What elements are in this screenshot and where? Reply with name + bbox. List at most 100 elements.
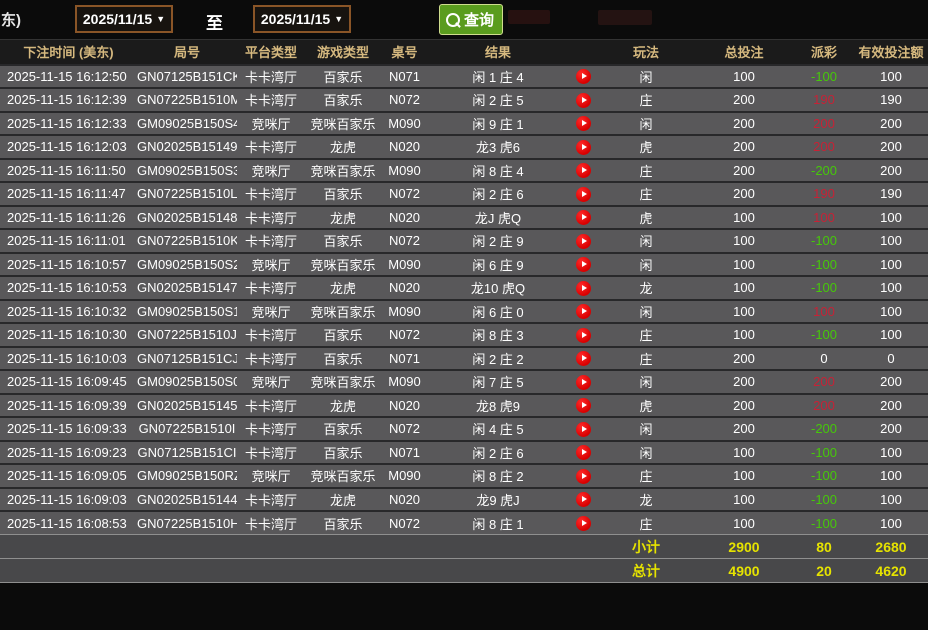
valid-bet: 200: [854, 159, 928, 183]
table-row: 2025-11-15 16:11:26GN02025B15148卡卡湾厅龙虎N0…: [0, 206, 928, 230]
total-bet: 200: [694, 370, 794, 394]
total-bet: 200: [694, 394, 794, 418]
play-video-icon[interactable]: [576, 351, 591, 366]
play-video-icon[interactable]: [576, 187, 591, 202]
date-from-select[interactable]: 2025/11/15 ▼: [75, 5, 173, 33]
bet-time: 2025-11-15 16:09:23: [0, 441, 137, 465]
bet-time: 2025-11-15 16:12:39: [0, 88, 137, 112]
bet-time: 2025-11-15 16:10:57: [0, 253, 137, 277]
game-type: 百家乐: [305, 511, 381, 535]
play-video-icon[interactable]: [576, 281, 591, 296]
table-row: 2025-11-15 16:09:03GN02025B15144卡卡湾厅龙虎N0…: [0, 488, 928, 512]
play-type: 庄: [598, 464, 694, 488]
table-number: N020: [381, 394, 428, 418]
play-video-icon[interactable]: [576, 422, 591, 437]
table-row: 2025-11-15 16:10:32GM09025B150S1竞咪厅竞咪百家乐…: [0, 300, 928, 324]
query-button[interactable]: 查询: [439, 4, 503, 35]
play-video-icon[interactable]: [576, 398, 591, 413]
play-video-icon[interactable]: [576, 69, 591, 84]
platform-type: 卡卡湾厅: [237, 182, 305, 206]
table-number: N072: [381, 511, 428, 535]
total-bet: 200: [694, 88, 794, 112]
game-type: 竞咪百家乐: [305, 464, 381, 488]
table-number: N072: [381, 417, 428, 441]
replay-cell: [568, 511, 598, 535]
replay-cell: [568, 182, 598, 206]
bet-time: 2025-11-15 16:09:05: [0, 464, 137, 488]
play-video-icon[interactable]: [576, 234, 591, 249]
date-to-value: 2025/11/15: [261, 11, 330, 27]
replay-cell: [568, 488, 598, 512]
valid-bet: 100: [854, 300, 928, 324]
play-video-icon[interactable]: [576, 492, 591, 507]
platform-type: 卡卡湾厅: [237, 417, 305, 441]
play-type: 闲: [598, 300, 694, 324]
payout: 190: [794, 182, 854, 206]
play-video-icon[interactable]: [576, 116, 591, 131]
col-header-payout: 派彩: [794, 40, 854, 65]
game-type: 百家乐: [305, 323, 381, 347]
replay-cell: [568, 229, 598, 253]
payout: -100: [794, 464, 854, 488]
replay-cell: [568, 417, 598, 441]
round-id: GN07225B1510K: [137, 229, 237, 253]
valid-bet: 100: [854, 206, 928, 230]
table-number: N072: [381, 182, 428, 206]
total-valid-bet: 4620: [854, 559, 928, 583]
bet-time: 2025-11-15 16:09:45: [0, 370, 137, 394]
round-id: GM09025B150S4: [137, 112, 237, 136]
platform-type: 卡卡湾厅: [237, 394, 305, 418]
search-icon: [446, 13, 460, 27]
play-video-icon[interactable]: [576, 375, 591, 390]
play-video-icon[interactable]: [576, 257, 591, 272]
table-number: N072: [381, 88, 428, 112]
result-cell: 闲 2 庄 6: [428, 441, 568, 465]
result-cell: 闲 8 庄 3: [428, 323, 568, 347]
total-payout: 20: [794, 559, 854, 583]
game-type: 龙虎: [305, 206, 381, 230]
valid-bet: 100: [854, 488, 928, 512]
round-id: GM09025B150S2: [137, 253, 237, 277]
dropdown-caret-icon: ▼: [334, 14, 343, 24]
payout: -100: [794, 229, 854, 253]
total-bet: 100: [694, 229, 794, 253]
play-video-icon[interactable]: [576, 210, 591, 225]
table-row: 2025-11-15 16:09:45GM09025B150S0竞咪厅竞咪百家乐…: [0, 370, 928, 394]
round-id: GN07225B1510H: [137, 511, 237, 535]
result-cell: 闲 6 庄 9: [428, 253, 568, 277]
play-type: 虎: [598, 135, 694, 159]
result-cell: 龙8 虎9: [428, 394, 568, 418]
play-video-icon[interactable]: [576, 304, 591, 319]
platform-type: 卡卡湾厅: [237, 229, 305, 253]
platform-type: 卡卡湾厅: [237, 135, 305, 159]
game-type: 龙虎: [305, 488, 381, 512]
table-number: M090: [381, 253, 428, 277]
table-number: M090: [381, 159, 428, 183]
result-cell: 龙10 虎Q: [428, 276, 568, 300]
play-type: 庄: [598, 88, 694, 112]
total-bet: 100: [694, 276, 794, 300]
play-type: 闲: [598, 65, 694, 89]
round-id: GN07125B151CI: [137, 441, 237, 465]
bet-time: 2025-11-15 16:09:39: [0, 394, 137, 418]
date-to-select[interactable]: 2025/11/15 ▼: [253, 5, 351, 33]
play-video-icon[interactable]: [576, 140, 591, 155]
table-number: N071: [381, 347, 428, 371]
play-video-icon[interactable]: [576, 516, 591, 531]
total-bet: 100: [694, 323, 794, 347]
subtotal-row: 小计 2900 80 2680: [0, 535, 928, 559]
timezone-label-cutoff: 东): [1, 9, 21, 30]
bet-time: 2025-11-15 16:12:33: [0, 112, 137, 136]
play-video-icon[interactable]: [576, 445, 591, 460]
play-video-icon[interactable]: [576, 93, 591, 108]
col-header-bet-time: 下注时间 (美东): [0, 40, 137, 65]
play-video-icon[interactable]: [576, 328, 591, 343]
play-type: 闲: [598, 370, 694, 394]
col-header-replay: [568, 40, 598, 65]
replay-cell: [568, 112, 598, 136]
play-video-icon[interactable]: [576, 163, 591, 178]
play-video-icon[interactable]: [576, 469, 591, 484]
play-type: 闲: [598, 417, 694, 441]
bet-time: 2025-11-15 16:08:53: [0, 511, 137, 535]
subtotal-valid-bet: 2680: [854, 535, 928, 559]
